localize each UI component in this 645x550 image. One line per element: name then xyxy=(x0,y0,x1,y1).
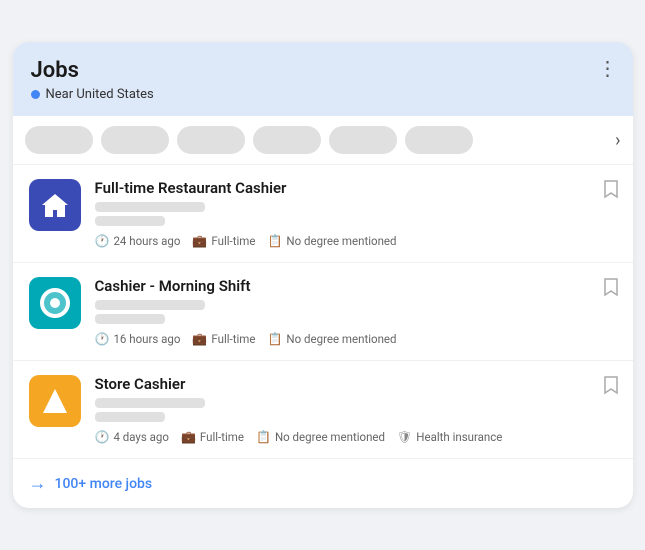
filter-bar: › xyxy=(13,116,633,165)
more-jobs-button[interactable]: 100+ more jobs xyxy=(55,476,153,492)
list-item[interactable]: Cashier - Morning Shift 🕐 16 hours ago 💼… xyxy=(13,263,633,361)
job-meta-1: 🕐 24 hours ago 💼 Full-time 📋 No degree m… xyxy=(95,234,617,248)
location-text: Near United States xyxy=(46,87,154,102)
teal-ring-icon xyxy=(39,287,71,319)
filter-pill-2[interactable] xyxy=(101,126,169,154)
degree-2: No degree mentioned xyxy=(286,332,396,346)
job-info-2: Cashier - Morning Shift 🕐 16 hours ago 💼… xyxy=(95,277,617,346)
degree-1: No degree mentioned xyxy=(286,234,396,248)
bookmark-button-2[interactable] xyxy=(603,277,619,302)
list-item[interactable]: Store Cashier 🕐 4 days ago 💼 Full-time 📋… xyxy=(13,361,633,459)
job-title-1: Full-time Restaurant Cashier xyxy=(95,179,617,197)
benefit-meta-3: 🛡 Health insurance xyxy=(397,430,502,444)
company-skeleton-1 xyxy=(95,202,205,212)
clock-icon-3: 🕐 xyxy=(95,430,110,444)
filter-pill-6[interactable] xyxy=(405,126,473,154)
briefcase-icon-1: 💼 xyxy=(192,234,207,248)
job-meta-3: 🕐 4 days ago 💼 Full-time 📋 No degree men… xyxy=(95,430,617,444)
list-item[interactable]: Full-time Restaurant Cashier 🕐 24 hours … xyxy=(13,165,633,263)
more-jobs-row[interactable]: → 100+ more jobs xyxy=(13,459,633,508)
time-meta-1: 🕐 24 hours ago xyxy=(95,234,181,248)
bookmark-button-3[interactable] xyxy=(603,375,619,400)
employment-type-3: Full-time xyxy=(200,430,244,444)
degree-icon-3: 📋 xyxy=(256,430,271,444)
clock-icon-1: 🕐 xyxy=(95,234,110,248)
location-skeleton-1 xyxy=(95,216,165,226)
time-ago-3: 4 days ago xyxy=(113,430,168,444)
company-skeleton-2 xyxy=(95,300,205,310)
filter-scroll-right-button[interactable]: › xyxy=(615,130,620,151)
page-title: Jobs xyxy=(31,58,615,83)
location-skeleton-2 xyxy=(95,314,165,324)
header: Jobs Near United States ⋮ xyxy=(13,42,633,116)
degree-meta-1: 📋 No degree mentioned xyxy=(267,234,396,248)
job-info-3: Store Cashier 🕐 4 days ago 💼 Full-time 📋… xyxy=(95,375,617,444)
time-ago-1: 24 hours ago xyxy=(113,234,180,248)
employment-meta-3: 💼 Full-time xyxy=(181,430,244,444)
bookmark-button-1[interactable] xyxy=(603,179,619,204)
time-meta-2: 🕐 16 hours ago xyxy=(95,332,181,346)
clock-icon-2: 🕐 xyxy=(95,332,110,346)
employment-type-1: Full-time xyxy=(211,234,255,248)
company-skeleton-3 xyxy=(95,398,205,408)
job-logo-3 xyxy=(29,375,81,427)
degree-meta-2: 📋 No degree mentioned xyxy=(267,332,396,346)
briefcase-icon-3: 💼 xyxy=(181,430,196,444)
job-logo-1 xyxy=(29,179,81,231)
location-skeleton-3 xyxy=(95,412,165,422)
degree-icon-1: 📋 xyxy=(267,234,282,248)
job-logo-2 xyxy=(29,277,81,329)
time-ago-2: 16 hours ago xyxy=(113,332,180,346)
time-meta-3: 🕐 4 days ago xyxy=(95,430,169,444)
employment-meta-1: 💼 Full-time xyxy=(192,234,255,248)
job-meta-2: 🕐 16 hours ago 💼 Full-time 📋 No degree m… xyxy=(95,332,617,346)
more-jobs-arrow-icon: → xyxy=(29,473,47,494)
employment-meta-2: 💼 Full-time xyxy=(192,332,255,346)
degree-meta-3: 📋 No degree mentioned xyxy=(256,430,385,444)
benefit-3: Health insurance xyxy=(416,430,502,444)
location-row: Near United States xyxy=(31,87,615,102)
shield-icon-3: 🛡 xyxy=(397,430,412,444)
cone-icon xyxy=(41,387,69,415)
job-title-3: Store Cashier xyxy=(95,375,617,393)
filter-pill-1[interactable] xyxy=(25,126,93,154)
jobs-card: Jobs Near United States ⋮ › Full-time Re… xyxy=(13,42,633,508)
job-list: Full-time Restaurant Cashier 🕐 24 hours … xyxy=(13,165,633,459)
briefcase-icon-2: 💼 xyxy=(192,332,207,346)
location-dot-icon xyxy=(31,90,40,99)
house-icon xyxy=(40,190,70,220)
filter-pill-3[interactable] xyxy=(177,126,245,154)
degree-3: No degree mentioned xyxy=(275,430,385,444)
header-more-button[interactable]: ⋮ xyxy=(598,56,619,80)
filter-pill-5[interactable] xyxy=(329,126,397,154)
job-info-1: Full-time Restaurant Cashier 🕐 24 hours … xyxy=(95,179,617,248)
job-title-2: Cashier - Morning Shift xyxy=(95,277,617,295)
degree-icon-2: 📋 xyxy=(267,332,282,346)
employment-type-2: Full-time xyxy=(211,332,255,346)
filter-pill-4[interactable] xyxy=(253,126,321,154)
